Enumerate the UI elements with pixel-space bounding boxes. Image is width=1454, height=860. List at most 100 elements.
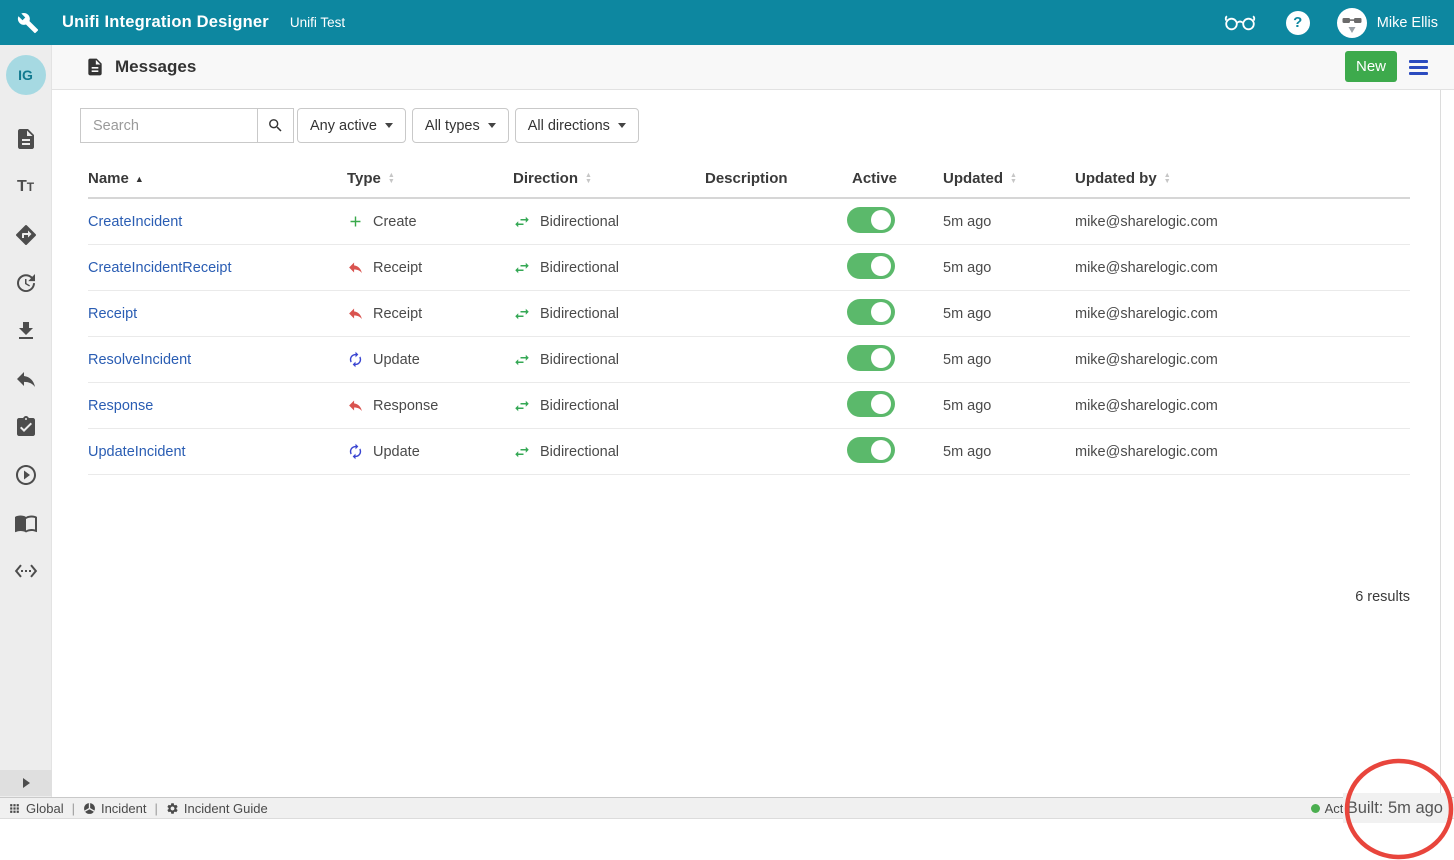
- updated-cell: 5m ago: [943, 306, 1075, 322]
- built-timestamp: Built: 5m ago: [1343, 793, 1447, 823]
- messages-table: Name ▲ Type ▲▼ Direction ▲▼ Description …: [88, 160, 1410, 475]
- active-toggle[interactable]: [847, 299, 895, 325]
- active-toggle[interactable]: [847, 207, 895, 233]
- type-label: Receipt: [373, 260, 422, 276]
- receipt-reply-icon: [347, 259, 364, 276]
- separator: |: [72, 801, 75, 816]
- table-row: UpdateIncident Update Bidirectional 5m a…: [88, 429, 1410, 475]
- active-toggle[interactable]: [847, 345, 895, 371]
- message-name-link[interactable]: ResolveIncident: [88, 352, 191, 368]
- text-format-icon[interactable]: TT: [14, 175, 38, 199]
- search-button[interactable]: [257, 108, 294, 143]
- sort-asc-icon: ▲: [135, 174, 144, 184]
- glasses-icon[interactable]: [1224, 14, 1256, 31]
- bidirectional-icon: [513, 443, 531, 461]
- user-avatar[interactable]: [1337, 8, 1367, 38]
- active-filter-dropdown[interactable]: Any active: [297, 108, 406, 143]
- bidirectional-icon: [513, 397, 531, 415]
- page-title: Messages: [115, 57, 196, 77]
- statusbar-item-incident-guide[interactable]: Incident Guide: [166, 801, 268, 816]
- direction-label: Bidirectional: [540, 260, 619, 276]
- message-name-link[interactable]: CreateIncidentReceipt: [88, 260, 231, 276]
- sort-icon: ▲▼: [1164, 173, 1171, 185]
- update-refresh-icon: [347, 351, 364, 368]
- grid-icon: [8, 802, 21, 815]
- direction-label: Bidirectional: [540, 214, 619, 230]
- bidirectional-icon: [513, 305, 531, 323]
- directions-filter-label: All directions: [528, 118, 610, 134]
- document-icon[interactable]: [14, 127, 38, 151]
- message-name-link[interactable]: Response: [88, 398, 153, 414]
- filter-bar: Any active All types All directions: [80, 108, 639, 143]
- column-header-direction[interactable]: Direction ▲▼: [513, 170, 705, 187]
- updated-by-cell: mike@sharelogic.com: [1075, 306, 1410, 322]
- chevron-down-icon: [618, 123, 626, 128]
- expand-arrow-icon: [23, 778, 30, 788]
- column-header-updated[interactable]: Updated ▲▼: [943, 170, 1075, 187]
- search-input[interactable]: [80, 108, 257, 143]
- column-header-description: Description: [705, 170, 852, 187]
- direction-label: Bidirectional: [540, 352, 619, 368]
- table-row: CreateIncidentReceipt Receipt Bidirectio…: [88, 245, 1410, 291]
- chevron-down-icon: [488, 123, 496, 128]
- book-icon[interactable]: [14, 511, 38, 535]
- column-header-updated-by[interactable]: Updated by ▲▼: [1075, 170, 1410, 187]
- type-label: Receipt: [373, 306, 422, 322]
- sidebar-collapse-button[interactable]: [0, 770, 52, 796]
- app-title: Unifi Integration Designer: [62, 13, 269, 32]
- updated-cell: 5m ago: [943, 444, 1075, 460]
- column-header-active: Active: [852, 170, 943, 187]
- column-header-name[interactable]: Name ▲: [88, 170, 347, 187]
- table-row: Receipt Receipt Bidirectional 5m ago mik…: [88, 291, 1410, 337]
- reply-icon[interactable]: [14, 367, 38, 391]
- column-header-type[interactable]: Type ▲▼: [347, 170, 513, 187]
- table-row: Response Response Bidirectional 5m ago m…: [88, 383, 1410, 429]
- bidirectional-icon: [513, 351, 531, 369]
- gear-icon: [166, 802, 179, 815]
- workspace-badge: IG: [6, 55, 46, 95]
- status-dot-icon: [1311, 804, 1320, 813]
- direction-label: Bidirectional: [540, 398, 619, 414]
- updated-cell: 5m ago: [943, 352, 1075, 368]
- message-name-link[interactable]: Receipt: [88, 306, 137, 322]
- updated-by-cell: mike@sharelogic.com: [1075, 398, 1410, 414]
- type-label: Update: [373, 352, 420, 368]
- help-icon[interactable]: ?: [1286, 11, 1310, 35]
- code-icon[interactable]: [14, 559, 38, 583]
- updated-by-cell: mike@sharelogic.com: [1075, 260, 1410, 276]
- statusbar-item-global[interactable]: Global: [8, 801, 64, 816]
- directions-filter-dropdown[interactable]: All directions: [515, 108, 639, 143]
- updated-by-cell: mike@sharelogic.com: [1075, 214, 1410, 230]
- update-refresh-icon: [347, 443, 364, 460]
- environment-name: Unifi Test: [290, 15, 345, 30]
- active-toggle[interactable]: [847, 437, 895, 463]
- receipt-reply-icon: [347, 305, 364, 322]
- new-button[interactable]: New: [1345, 51, 1397, 82]
- messages-document-icon: [85, 57, 105, 77]
- table-row: ResolveIncident Update Bidirectional 5m …: [88, 337, 1410, 383]
- types-filter-dropdown[interactable]: All types: [412, 108, 509, 143]
- results-count: 6 results: [1355, 589, 1410, 605]
- updated-by-cell: mike@sharelogic.com: [1075, 444, 1410, 460]
- top-bar: Unifi Integration Designer Unifi Test ? …: [0, 0, 1454, 45]
- active-toggle[interactable]: [847, 391, 895, 417]
- incident-icon: [83, 802, 96, 815]
- table-header-row: Name ▲ Type ▲▼ Direction ▲▼ Description …: [88, 160, 1410, 199]
- directions-icon[interactable]: [14, 223, 38, 247]
- content-right-border: [1440, 90, 1441, 797]
- tasks-icon[interactable]: [14, 415, 38, 439]
- hamburger-menu-icon[interactable]: [1409, 60, 1428, 75]
- message-name-link[interactable]: UpdateIncident: [88, 444, 186, 460]
- sort-icon: ▲▼: [1010, 173, 1017, 185]
- status-bar: Global | Incident | Incident Guide Activ…: [0, 797, 1454, 819]
- history-icon[interactable]: [14, 271, 38, 295]
- type-label: Response: [373, 398, 438, 414]
- play-circle-icon[interactable]: [14, 463, 38, 487]
- download-icon[interactable]: [14, 319, 38, 343]
- wrench-icon: [17, 12, 39, 34]
- active-filter-label: Any active: [310, 118, 377, 134]
- active-toggle[interactable]: [847, 253, 895, 279]
- message-name-link[interactable]: CreateIncident: [88, 214, 182, 230]
- page-header: Messages New: [52, 45, 1454, 90]
- statusbar-item-incident[interactable]: Incident: [83, 801, 147, 816]
